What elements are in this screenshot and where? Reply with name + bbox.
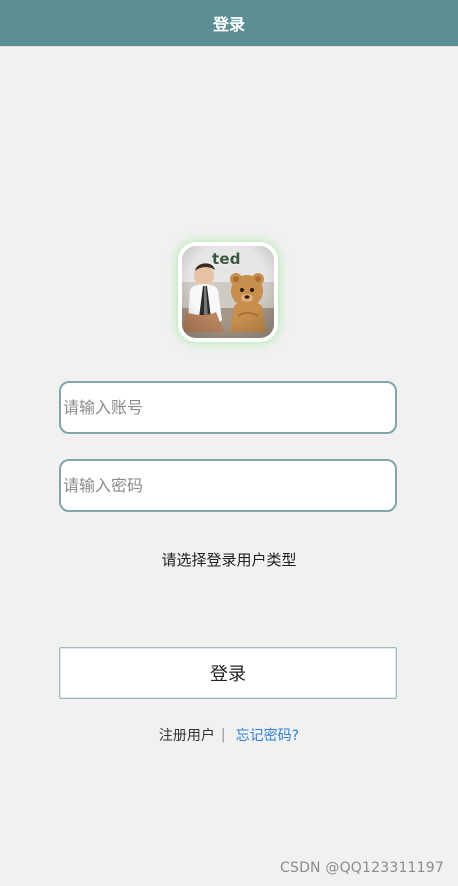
auth-links-row: 注册用户 | 忘记密码? [0, 725, 458, 745]
password-field [59, 459, 397, 512]
header-bar: 登录 [0, 0, 458, 46]
avatar-illustration [182, 246, 274, 338]
account-field [59, 381, 397, 434]
account-input[interactable] [63, 383, 393, 432]
forgot-password-link[interactable]: 忘记密码? [236, 725, 299, 745]
login-main: ted 请选择登录用户类型 登录 注册用户 | 忘记密码? CSDN @QQ12… [0, 46, 458, 886]
app-avatar: ted [178, 242, 278, 342]
register-link[interactable]: 注册用户 [159, 725, 215, 745]
login-button[interactable]: 登录 [59, 647, 397, 699]
links-separator: | [220, 727, 226, 743]
user-type-select[interactable]: 请选择登录用户类型 [0, 549, 458, 570]
csdn-watermark: CSDN @QQ123311197 [280, 860, 444, 876]
ted-movie-avatar-icon [182, 246, 274, 338]
password-input[interactable] [63, 461, 393, 510]
page-title: 登录 [212, 15, 245, 34]
